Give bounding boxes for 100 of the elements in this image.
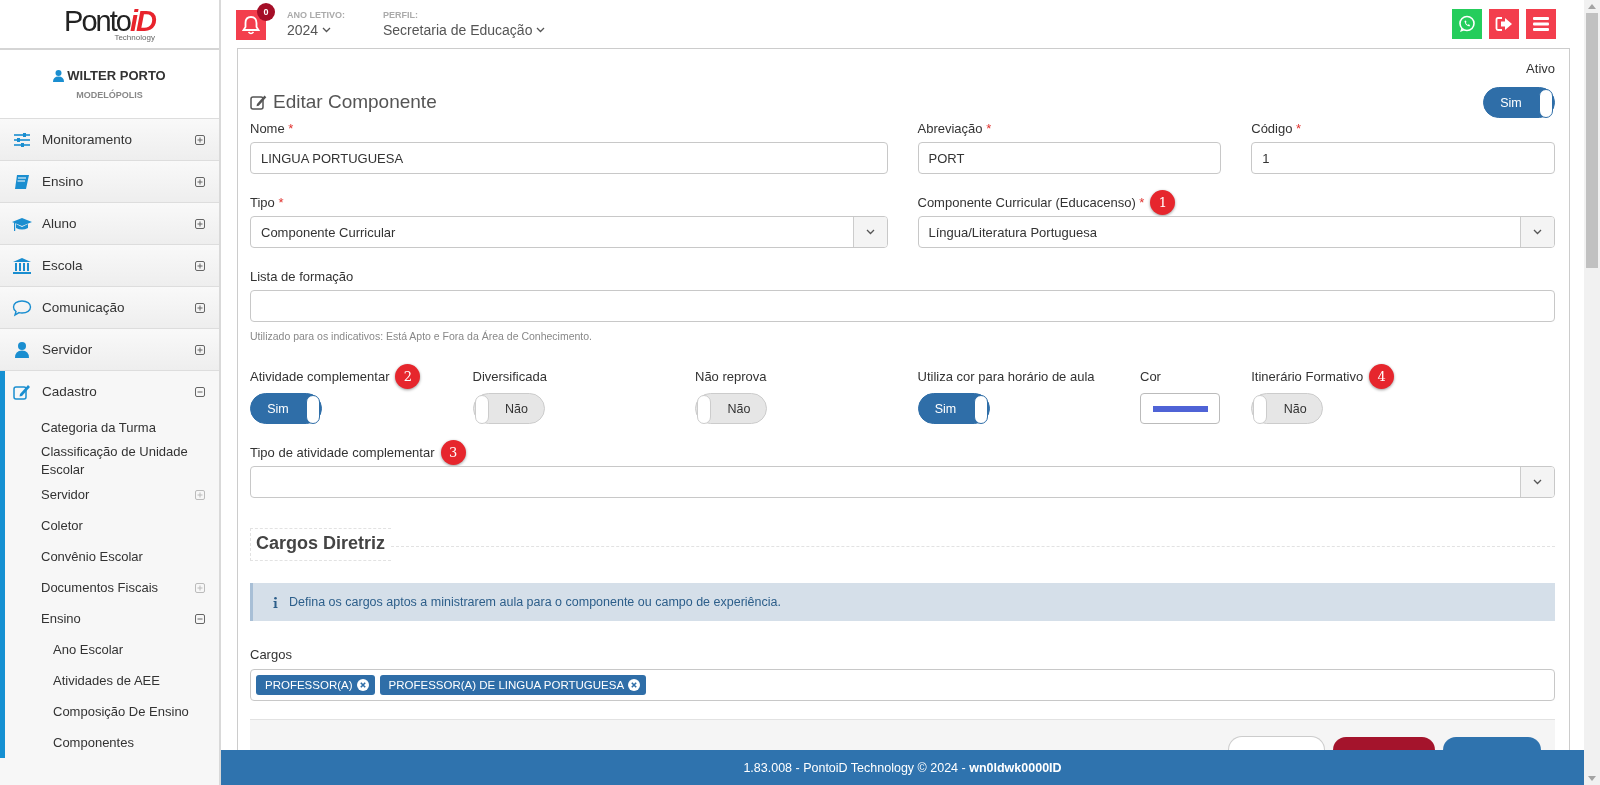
field-label: Abreviação * [917, 120, 992, 136]
field-label: ANO LETIVO: [287, 10, 345, 20]
scrollbar-thumb[interactable] [1586, 13, 1598, 268]
sign-out-icon [1495, 16, 1513, 32]
toggle-switch[interactable]: Não [472, 393, 545, 424]
select-field[interactable]: Componente Curricular [250, 216, 888, 248]
chevron-down-icon [322, 27, 332, 33]
field-label: Componente Curricular (Educacenso) * [917, 194, 1145, 210]
logout-button[interactable] [1489, 9, 1519, 39]
field-label: PERFIL: [383, 10, 419, 20]
user-city: MODELÓPOLIS [76, 90, 143, 100]
page-title: Editar Componente [250, 91, 437, 113]
menu-button[interactable] [1526, 9, 1556, 39]
submenu-item[interactable]: Servidor [5, 479, 219, 510]
chevron-down-icon [1533, 229, 1542, 235]
field-label: Nome * [250, 120, 294, 136]
tag: PROFESSOR(A) DE LINGUA PORTUGUESA [379, 675, 647, 695]
plus-square-icon [195, 260, 205, 271]
submenu-item[interactable]: Atividades de AEE [5, 665, 219, 696]
scrollbar[interactable] [1584, 0, 1600, 785]
step-badge: 4 [1369, 363, 1395, 389]
scroll-up-icon[interactable] [1588, 4, 1596, 9]
field-label: Itinerário Formativo [1251, 368, 1364, 384]
info-icon [273, 596, 278, 608]
toggle-switch[interactable]: Sim [917, 393, 990, 424]
user-name: WILTER PORTO [67, 68, 166, 83]
submenu-item[interactable]: Convênio Escolar [5, 541, 219, 572]
field-label: Tipo de atividade complementar [250, 444, 435, 460]
field-label: Tipo * [250, 194, 284, 210]
user-icon [12, 340, 32, 359]
year-dropdown[interactable]: 2024 [287, 22, 345, 38]
sliders-icon [12, 130, 32, 149]
tag: PROFESSOR(A) [256, 675, 375, 695]
select-field[interactable] [250, 466, 1555, 498]
menu-icon [1533, 17, 1549, 31]
toggle-switch[interactable]: Não [695, 393, 767, 424]
field-label: Código * [1251, 120, 1302, 136]
submenu-item[interactable]: Documentos Fiscais [5, 572, 219, 603]
notification-count: 0 [257, 3, 275, 21]
field-label: Atividade complementar [250, 368, 390, 384]
book-icon [12, 172, 32, 191]
user-icon [53, 69, 65, 82]
chevron-down-icon [865, 229, 875, 235]
section-title: Cargos Diretriz [250, 528, 392, 561]
field-label: Ativo [1526, 61, 1555, 76]
step-badge: 2 [395, 363, 421, 389]
edit-icon [250, 94, 267, 110]
edit-icon [12, 382, 32, 401]
submenu-item[interactable]: Classificação de Unidade Escolar [5, 443, 219, 479]
text-field[interactable]: PORT [917, 142, 1222, 174]
step-badge: 3 [440, 439, 466, 465]
select-field[interactable]: Língua/Literatura Portuguesa [917, 216, 1555, 248]
button-edge[interactable] [1443, 737, 1541, 750]
text-field[interactable]: LINGUA PORTUGUESA [250, 142, 888, 174]
submenu-item[interactable]: Categoria da Turma [5, 412, 219, 443]
field-hint: Utilizado para os indicativos: Está Apto e Fora da Área de Conhecimento. [250, 330, 593, 342]
submenu-item[interactable]: Coletor [5, 510, 219, 541]
info-text: Defina os cargos aptos a ministrarem aula para o componente ou campo de experiência. [289, 595, 781, 609]
plus-square-icon [195, 582, 205, 593]
logo: PontoiD Technology [64, 6, 155, 42]
submenu-item[interactable]: Composição De Ensino [5, 696, 219, 727]
tags-field[interactable]: PROFESSOR(A) PROFESSOR(A) DE LINGUA PORTUGUESA [250, 669, 1555, 701]
minus-square-icon [195, 613, 205, 624]
field-label: Cor [1140, 368, 1161, 384]
remove-icon[interactable] [628, 679, 641, 691]
plus-square-icon [195, 489, 205, 500]
field-label: Utiliza cor para horário de aula [917, 368, 1095, 384]
notifications-button[interactable] [236, 10, 266, 40]
toggle-switch[interactable]: Não [1251, 393, 1324, 424]
field-label: Cargos [250, 647, 293, 662]
field-label: Diversificada [472, 368, 547, 384]
color-picker[interactable] [1140, 393, 1220, 424]
plus-square-icon [195, 176, 205, 187]
text-field[interactable] [250, 290, 1555, 322]
plus-square-icon [195, 134, 205, 145]
minus-square-icon [195, 386, 205, 397]
bank-icon [12, 256, 32, 275]
field-label: Lista de formação [250, 268, 354, 284]
scroll-down-icon[interactable] [1588, 776, 1596, 781]
plus-square-icon [195, 302, 205, 313]
toggle-switch[interactable]: Sim [1483, 87, 1555, 118]
speech-bubble-icon [12, 298, 32, 317]
submenu-item[interactable]: Componentes [5, 727, 219, 758]
field-label: Não reprova [695, 368, 767, 384]
chevron-down-icon [536, 27, 546, 33]
toggle-switch[interactable]: Sim [250, 393, 322, 424]
remove-icon[interactable] [356, 679, 369, 691]
bell-icon [242, 15, 260, 35]
profile-dropdown[interactable]: Secretaria de Educação [383, 22, 546, 38]
plus-square-icon [195, 344, 205, 355]
text-field[interactable]: 1 [1251, 142, 1555, 174]
whatsapp-button[interactable] [1452, 9, 1482, 39]
footer-text: 1.83.008 - PontoiD Technology © 2024 - wn0ldwk0000ID [743, 760, 1062, 775]
submenu-item[interactable]: Ano Escolar [5, 634, 219, 665]
plus-square-icon [195, 218, 205, 229]
submenu-item[interactable]: Ensino [5, 603, 219, 634]
chevron-down-icon [1533, 479, 1542, 485]
button-edge[interactable] [1333, 737, 1435, 750]
chat-bubble-icon [1458, 15, 1476, 33]
step-badge: 1 [1150, 189, 1176, 215]
